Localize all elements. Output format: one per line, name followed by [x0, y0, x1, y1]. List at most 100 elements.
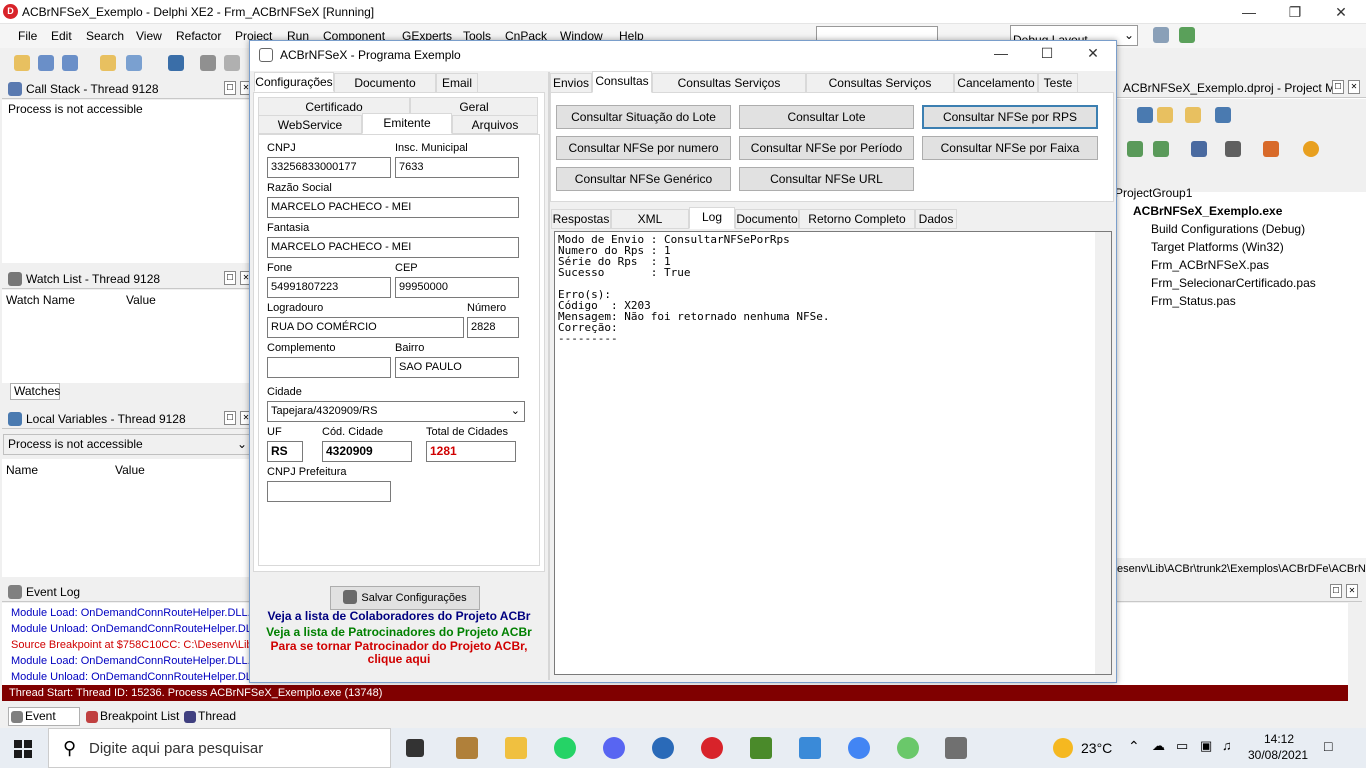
taskbar-search[interactable]: ⚲ Digite aqui para pesquisar [48, 728, 391, 768]
consultar-nfse-numero-button[interactable]: Consultar NFSe por numero [556, 136, 731, 160]
event-log-scrollbar[interactable] [1348, 603, 1363, 706]
task-view-icon[interactable] [406, 739, 424, 757]
notification-icon[interactable]: □ [1324, 738, 1332, 754]
watches-tab[interactable]: Watches [10, 383, 60, 400]
remove-icon[interactable] [1185, 107, 1201, 123]
clock-date[interactable]: 30/08/2021 [1248, 748, 1308, 762]
bairro-field[interactable]: SAO PAULO [395, 357, 519, 378]
tab-consultas-tomados[interactable]: Consultas Serviços Tomados [806, 73, 954, 109]
tab-retorno-completo[interactable]: Retorno Completo WS [799, 209, 915, 245]
app-icon[interactable] [456, 737, 478, 759]
close-icon[interactable]: ✕ [1346, 584, 1358, 598]
consultar-nfse-periodo-button[interactable]: Consultar NFSe por Período [739, 136, 914, 160]
menu-refactor[interactable]: Refactor [176, 29, 221, 43]
menu-file[interactable]: File [18, 29, 37, 43]
dialog-close-button[interactable]: ✕ [1070, 41, 1116, 65]
local-name-header[interactable]: Name [6, 463, 38, 477]
tab-email[interactable]: Email [436, 73, 478, 93]
tab-event-log[interactable]: Event Log [8, 707, 80, 740]
activate-icon[interactable] [1137, 107, 1153, 123]
save-icon[interactable] [168, 55, 184, 71]
menu-search[interactable]: Search [86, 29, 124, 43]
target-platforms-item[interactable]: Target Platforms (Win32) [1151, 240, 1284, 254]
cidade-select[interactable]: Tapejara/4320909/RS ⌄ [267, 401, 525, 422]
patrocinador-text[interactable]: Para se tornar Patrocinador do Projeto A… [254, 639, 544, 653]
unit-item[interactable]: Frm_ACBrNFSeX.pas [1151, 258, 1269, 272]
tab-consultas[interactable]: Consultas [592, 71, 652, 93]
local-value-header[interactable]: Value [115, 463, 145, 477]
project-item[interactable]: ACBrNFSeX_Exemplo.exe [1133, 204, 1282, 218]
view-icon[interactable] [1215, 107, 1231, 123]
close-icon[interactable]: ✕ [1348, 80, 1360, 94]
consultar-nfse-url-button[interactable]: Consultar NFSe URL [739, 167, 914, 191]
cloud-icon[interactable]: ☁ [1152, 738, 1165, 754]
clean-icon[interactable] [1263, 141, 1279, 157]
watch-name-header[interactable]: Watch Name [6, 293, 75, 307]
fone-field[interactable]: 54991807223 [267, 277, 391, 298]
new-icon[interactable] [14, 55, 30, 71]
cod-cidade-field[interactable]: 4320909 [322, 441, 412, 462]
pin-icon[interactable]: ☐ [224, 411, 236, 425]
refresh-icon[interactable] [1303, 141, 1319, 157]
syg-icon[interactable] [799, 737, 821, 759]
restore-button[interactable]: ❐ [1272, 0, 1318, 24]
close-button[interactable]: ✕ [1318, 0, 1364, 24]
tab-emitente[interactable]: Emitente [362, 113, 452, 134]
tab-teste[interactable]: Teste [1038, 73, 1078, 93]
sync-icon[interactable] [1127, 141, 1143, 157]
numero-field[interactable]: 2828 [467, 317, 519, 338]
chevron-up-icon[interactable]: ⌃ [1128, 738, 1140, 755]
im-field[interactable]: 7633 [395, 157, 519, 178]
dialog-maximize-button[interactable]: ☐ [1024, 41, 1070, 65]
whatsapp-icon[interactable] [554, 737, 576, 759]
tab-cancelamento[interactable]: Cancelamento [954, 73, 1038, 93]
project-group[interactable]: ProjectGroup1 [1115, 186, 1192, 200]
open-icon[interactable] [126, 55, 142, 71]
consultar-nfse-rps-button[interactable]: Consultar NFSe por RPS [922, 105, 1098, 129]
temperature[interactable]: 23°C [1081, 740, 1112, 756]
consultar-situacao-lote-button[interactable]: Consultar Situação do Lote [556, 105, 731, 129]
volume-icon[interactable]: ♫ [1222, 738, 1232, 753]
tab-xml-resposta[interactable]: XML Resposta [611, 209, 689, 245]
chrome-icon[interactable] [848, 737, 870, 759]
log-scrollbar[interactable] [1095, 232, 1111, 674]
network-icon[interactable]: ▣ [1200, 738, 1212, 754]
tab-respostas[interactable]: Respostas [551, 209, 611, 229]
patrocinadores-link[interactable]: Veja a lista de Patrocinadores do Projet… [254, 625, 544, 639]
app-icon[interactable] [652, 737, 674, 759]
tab-documento-auxiliar[interactable]: Documento Auxiliar [334, 73, 436, 109]
new-icon[interactable] [1157, 107, 1173, 123]
discord-icon[interactable] [603, 737, 625, 759]
consultar-nfse-faixa-button[interactable]: Consultar NFSe por Faixa [922, 136, 1098, 160]
log-memo[interactable]: Modo de Envio : ConsultarNFSePorRps Numer… [554, 231, 1112, 675]
tab-envios[interactable]: Envios [550, 73, 592, 93]
logradouro-field[interactable]: RUA DO COMÉRCIO [267, 317, 464, 338]
tab-webservice[interactable]: WebService [258, 115, 362, 134]
compile-icon[interactable] [1225, 141, 1241, 157]
uf-field[interactable]: RS [267, 441, 303, 462]
app-icon[interactable] [750, 737, 772, 759]
build-icon[interactable] [1191, 141, 1207, 157]
pin-icon[interactable]: ☐ [224, 271, 236, 285]
weather-sun-icon[interactable] [1053, 738, 1073, 758]
cep-field[interactable]: 99950000 [395, 277, 519, 298]
colaboradores-link[interactable]: Veja a lista de Colaboradores do Projeto… [254, 609, 544, 623]
tab-consultas-prestados[interactable]: Consultas Serviços Prestados [652, 73, 806, 109]
set-debug-desktop-icon[interactable] [1179, 27, 1195, 43]
dialog-minimize-button[interactable]: — [978, 41, 1024, 65]
local-vars-combo[interactable]: Process is not accessible ⌄ [3, 434, 251, 455]
unit-item[interactable]: Frm_Status.pas [1151, 294, 1236, 308]
save-config-button[interactable]: Salvar Configurações [330, 586, 480, 610]
file-explorer-icon[interactable] [505, 737, 527, 759]
clock-time[interactable]: 14:12 [1264, 732, 1294, 746]
tab-thread-status[interactable]: Thread Status [182, 708, 272, 740]
tab-dados[interactable]: Dados [915, 209, 957, 229]
clique-aqui-link[interactable]: clique aqui [254, 652, 544, 666]
menu-view[interactable]: View [136, 29, 162, 43]
razao-field[interactable]: MARCELO PACHECO - MEI [267, 197, 519, 218]
expand-icon[interactable] [1153, 141, 1169, 157]
pin-icon[interactable]: ☐ [224, 81, 236, 95]
tab-breakpoint-list[interactable]: Breakpoint List [84, 708, 180, 726]
open-project-icon[interactable] [38, 55, 54, 71]
save-desktop-icon[interactable] [1153, 27, 1169, 43]
